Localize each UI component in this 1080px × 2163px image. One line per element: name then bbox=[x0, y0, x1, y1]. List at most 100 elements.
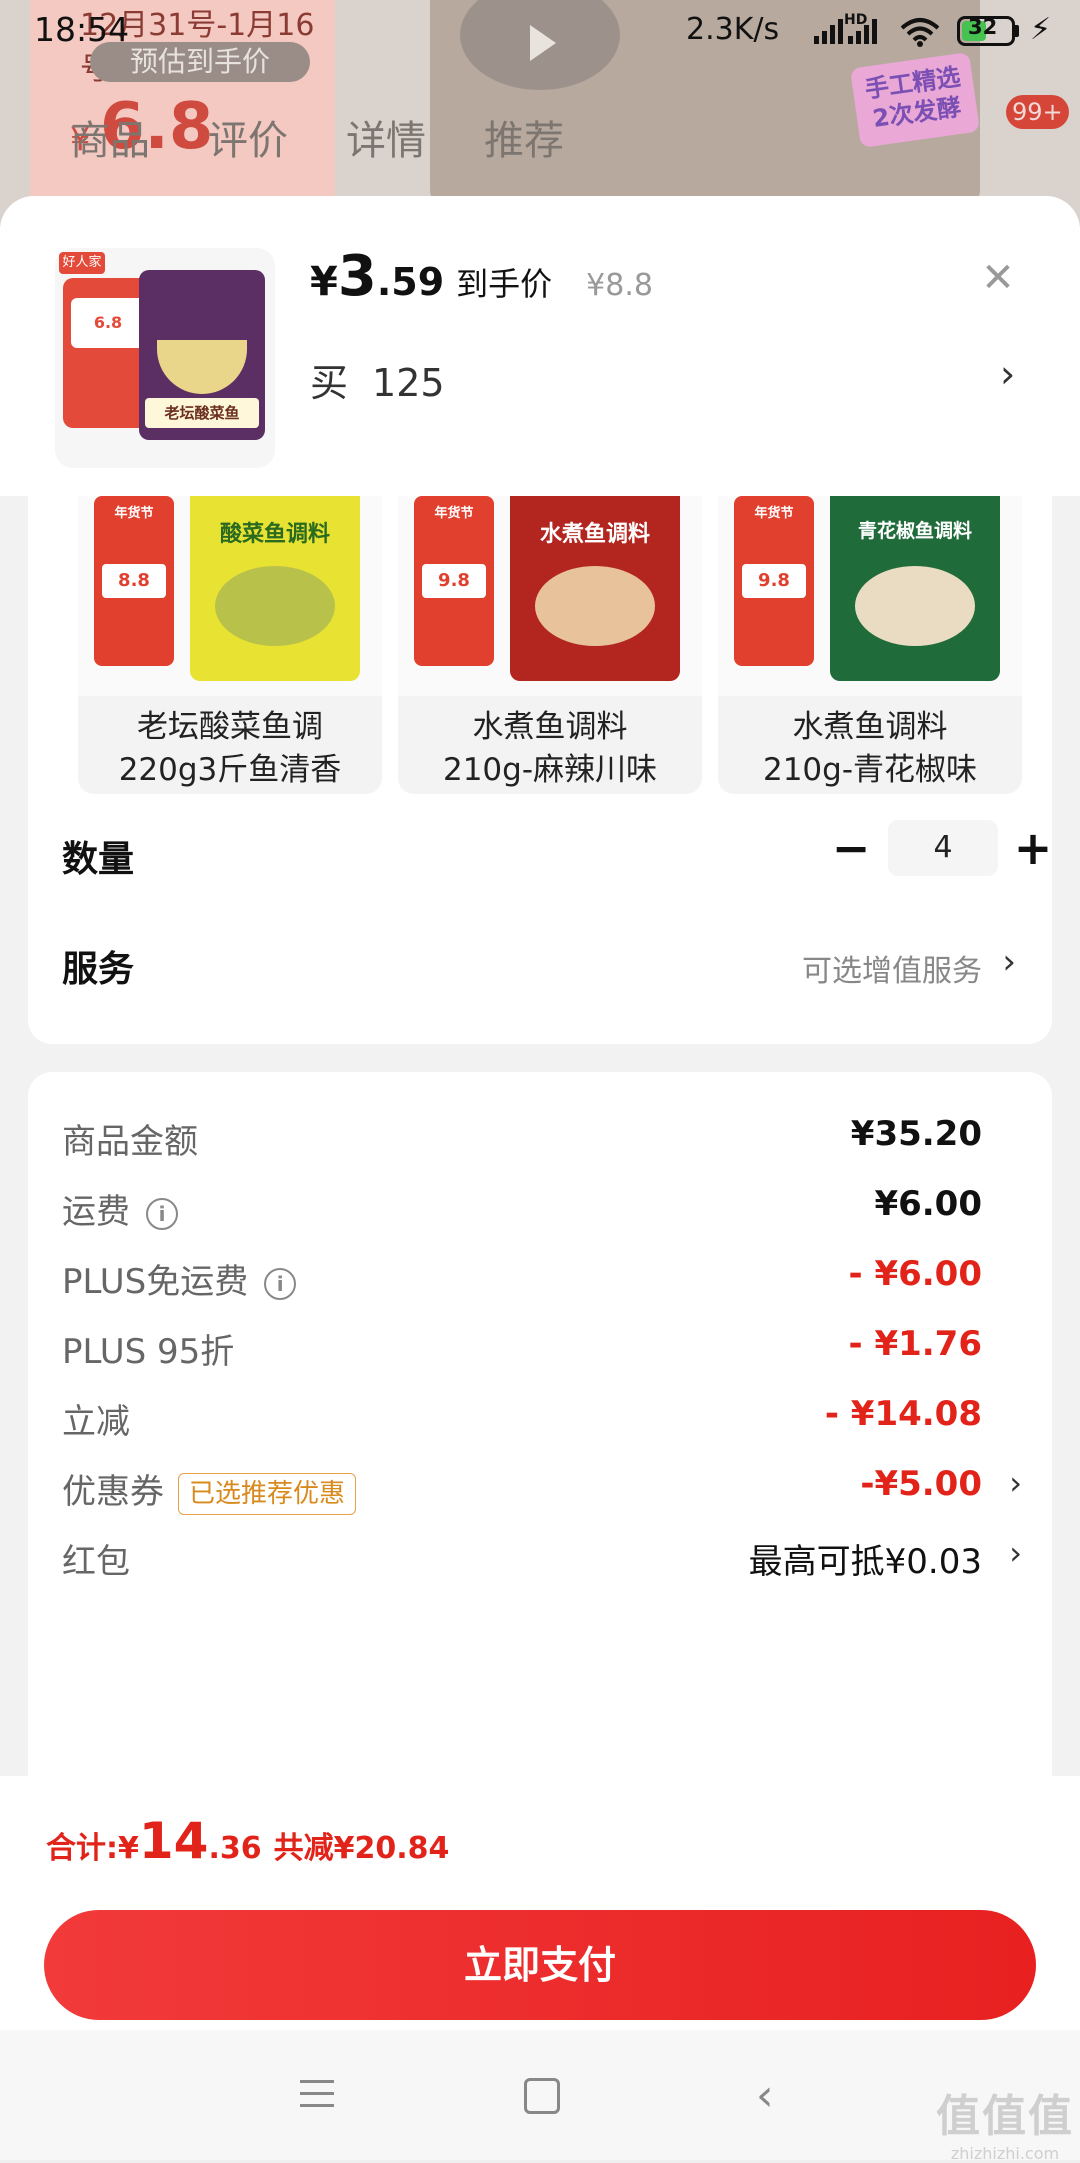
fee-row-plus-discount: PLUS 95折 - ¥1.76 bbox=[62, 1316, 1022, 1376]
fee-label: 立减 bbox=[62, 1402, 130, 1442]
variant-item[interactable]: 年货节 8.8 酸菜鱼调料 老坛酸菜鱼调 220g3斤鱼清香 bbox=[78, 496, 382, 794]
info-icon[interactable]: i bbox=[146, 1197, 178, 1230]
variant-caption: 老坛酸菜鱼调 220g3斤鱼清香 bbox=[78, 706, 382, 792]
battery-tip bbox=[1015, 25, 1019, 37]
thumb-price-tag: 6.8 bbox=[71, 298, 145, 348]
original-price: ¥8.8 bbox=[586, 268, 653, 303]
back-icon[interactable]: ‹ bbox=[756, 2070, 774, 2121]
variant-caption: 水煮鱼调料 210g-麻辣川味 bbox=[398, 706, 702, 792]
fee-label: 运费 bbox=[62, 1192, 130, 1232]
info-icon[interactable]: i bbox=[264, 1267, 297, 1300]
chevron-right-icon[interactable]: › bbox=[1000, 352, 1015, 396]
variant-package: 青花椒鱼调料 bbox=[830, 496, 1000, 681]
tab-details: 详情 bbox=[346, 118, 426, 164]
brand-logo: 好人家 bbox=[59, 252, 105, 274]
buy-label: 买 bbox=[310, 361, 349, 405]
buy-count-row[interactable]: 买 125 bbox=[310, 352, 445, 407]
total-amount: 合计:¥14.36 共减¥20.84 bbox=[46, 1812, 449, 1870]
watermark-url: zhizhizhi.com bbox=[950, 2144, 1060, 2163]
options-card: 年货节 8.8 酸菜鱼调料 老坛酸菜鱼调 220g3斤鱼清香 年货节 9.8 水煮鱼调… bbox=[28, 496, 1052, 1044]
variant-caption-line1: 水煮鱼调料 bbox=[472, 709, 628, 745]
variant-promo-price: 8.8 bbox=[102, 564, 166, 598]
chevron-right-icon: › bbox=[1002, 942, 1016, 982]
signal-icon-2 bbox=[848, 19, 877, 44]
price-currency: ¥ bbox=[310, 259, 338, 305]
fee-row-coupon[interactable]: 优惠券 已选推荐优惠 -¥5.00 › bbox=[62, 1456, 1022, 1516]
variant-package-name: 青花椒鱼调料 bbox=[857, 520, 972, 542]
price-integer: 3 bbox=[337, 244, 377, 309]
fee-label: PLUS 95折 bbox=[62, 1332, 235, 1372]
fee-label-wrap: PLUS免运费 i bbox=[62, 1254, 297, 1303]
dish-image bbox=[157, 340, 247, 394]
fee-value: -¥5.00 bbox=[860, 1464, 982, 1504]
fee-label: 商品金额 bbox=[62, 1122, 198, 1162]
fee-label: PLUS免运费 bbox=[62, 1262, 249, 1302]
quantity-decrease-button[interactable]: − bbox=[826, 820, 876, 876]
fee-value: ¥35.20 bbox=[850, 1114, 982, 1154]
watermark: 值值值 zhizhizhi.com bbox=[930, 2080, 1080, 2163]
status-bar: 18:54 2.3K/s HD 32 ⚡ bbox=[0, 0, 1080, 66]
total-label: 合计: bbox=[46, 1831, 118, 1866]
variant-list: 年货节 8.8 酸菜鱼调料 老坛酸菜鱼调 220g3斤鱼清香 年货节 9.8 水煮鱼调… bbox=[78, 496, 1048, 796]
service-label: 服务 bbox=[62, 949, 135, 990]
tab-goods: 商品 bbox=[70, 118, 150, 164]
close-icon[interactable]: ✕ bbox=[978, 258, 1018, 298]
menu-icon[interactable] bbox=[300, 2080, 334, 2110]
quantity-row: 数量 − 4 + bbox=[62, 816, 1052, 886]
charging-icon: ⚡ bbox=[1030, 12, 1052, 47]
variant-image: 年货节 9.8 水煮鱼调料 bbox=[398, 496, 702, 696]
battery-icon: 32 bbox=[957, 15, 1015, 46]
price-line: ¥3.59 到手价 ¥8.8 bbox=[310, 244, 653, 309]
fee-row-goods-amount: 商品金额 ¥35.20 bbox=[62, 1106, 1022, 1166]
fee-row-plus-free-shipping: PLUS免运费 i - ¥6.00 bbox=[62, 1246, 1022, 1306]
quantity-label: 数量 bbox=[62, 839, 135, 880]
variant-promo-price: 9.8 bbox=[742, 564, 806, 598]
buy-count: 125 bbox=[372, 361, 445, 405]
pay-now-button[interactable]: 立即支付 bbox=[44, 1910, 1036, 2020]
variant-dish bbox=[535, 566, 655, 646]
fee-label-wrap: 优惠券 已选推荐优惠 bbox=[62, 1464, 357, 1515]
variant-item[interactable]: 年货节 9.8 水煮鱼调料 水煮鱼调料 210g-麻辣川味 bbox=[398, 496, 702, 794]
product-header: 好人家 6.8 老坛酸菜鱼 ¥3.59 到手价 ¥8.8 ✕ 买 125 › bbox=[0, 196, 1080, 496]
watermark-logo: 值值值 bbox=[936, 2091, 1074, 2142]
total-currency: ¥ bbox=[118, 1831, 139, 1866]
signal-icon bbox=[814, 19, 843, 44]
tab-recommend: 推荐 bbox=[484, 118, 564, 164]
fee-value: - ¥6.00 bbox=[848, 1254, 983, 1294]
variant-caption-line2: 210g-麻辣川味 bbox=[442, 752, 658, 788]
quantity-increase-button[interactable]: + bbox=[1008, 820, 1058, 876]
total-bar: 合计:¥14.36 共减¥20.84 bbox=[0, 1776, 1080, 1900]
variant-package: 酸菜鱼调料 bbox=[190, 496, 360, 681]
fee-row-red-packet[interactable]: 红包 最高可抵¥0.03 › bbox=[62, 1526, 1022, 1586]
price-decimal: .59 bbox=[376, 260, 445, 304]
cart-count-badge: 99+ bbox=[1006, 95, 1069, 129]
variant-item[interactable]: 年货节 9.8 青花椒鱼调料 水煮鱼调料 210g-青花椒味 bbox=[718, 496, 1022, 794]
quantity-input[interactable]: 4 bbox=[888, 820, 998, 876]
wifi-icon bbox=[900, 18, 940, 47]
service-row[interactable]: 服务 可选增值服务 › bbox=[62, 926, 1052, 996]
variant-caption-line1: 水煮鱼调料 bbox=[792, 709, 948, 745]
product-thumbnail[interactable]: 好人家 6.8 老坛酸菜鱼 bbox=[55, 248, 275, 468]
variant-package-name: 水煮鱼调料 bbox=[539, 522, 650, 547]
home-icon[interactable] bbox=[524, 2078, 560, 2114]
pay-area: 立即支付 bbox=[0, 1900, 1080, 2030]
variant-package-name: 酸菜鱼调料 bbox=[219, 522, 330, 547]
battery-level: 32 bbox=[968, 15, 998, 39]
promo-sticker: 手工精选 2次发酵 bbox=[850, 52, 980, 148]
price-label: 到手价 bbox=[456, 265, 553, 303]
fee-value: ¥6.00 bbox=[874, 1184, 982, 1224]
chevron-right-icon: › bbox=[1009, 1534, 1022, 1572]
package-name: 老坛酸菜鱼 bbox=[145, 398, 259, 428]
variant-caption: 水煮鱼调料 210g-青花椒味 bbox=[718, 706, 1022, 792]
variant-caption-line2: 220g3斤鱼清香 bbox=[118, 752, 342, 788]
fee-row-instant-discount: 立减 - ¥14.08 bbox=[62, 1386, 1022, 1446]
fee-row-shipping: 运费 i ¥6.00 bbox=[62, 1176, 1022, 1236]
network-speed: 2.3K/s bbox=[686, 12, 780, 47]
variant-caption-line1: 老坛酸菜鱼调 bbox=[137, 709, 323, 745]
variant-image: 年货节 9.8 青花椒鱼调料 bbox=[718, 496, 1022, 696]
variant-image: 年货节 8.8 酸菜鱼调料 bbox=[78, 496, 382, 696]
variant-dish bbox=[215, 566, 335, 646]
fee-label-wrap: 运费 i bbox=[62, 1184, 178, 1233]
fee-value: - ¥14.08 bbox=[824, 1394, 982, 1434]
status-time: 18:54 bbox=[34, 10, 130, 49]
